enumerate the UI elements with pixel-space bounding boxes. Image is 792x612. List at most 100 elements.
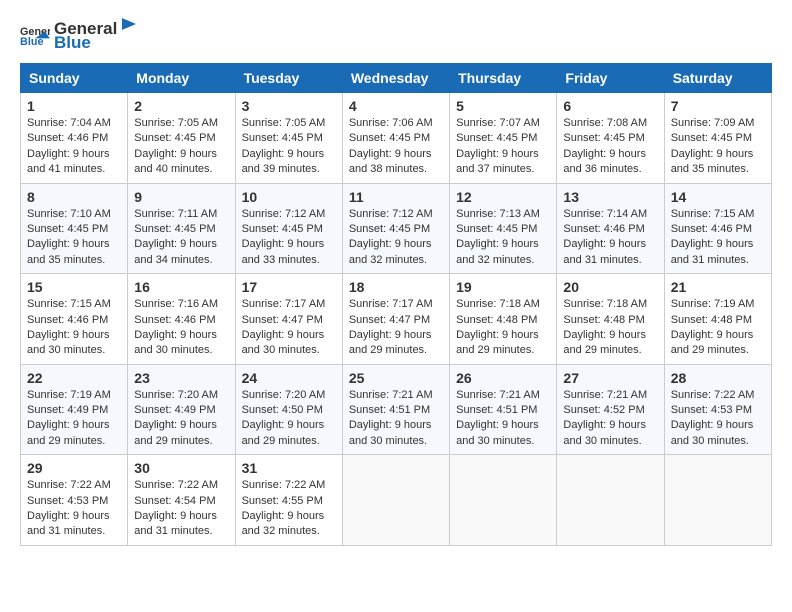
calendar-cell <box>342 455 449 546</box>
svg-text:Blue: Blue <box>20 36 43 47</box>
calendar-cell: 1 Sunrise: 7:04 AM Sunset: 4:46 PM Daylig… <box>21 93 128 184</box>
cell-info: Sunrise: 7:17 AM Sunset: 4:47 PM Dayligh… <box>349 297 443 359</box>
calendar-cell: 16 Sunrise: 7:16 AM Sunset: 4:46 PM Dayli… <box>128 274 235 365</box>
cell-info: Sunrise: 7:11 AM Sunset: 4:45 PM Dayligh… <box>134 207 228 269</box>
calendar-cell: 21Sunrise: 7:19 AM Sunset: 4:48 PM Dayli… <box>664 274 771 365</box>
cell-info: Sunrise: 7:15 AM Sunset: 4:46 PM Dayligh… <box>27 297 121 359</box>
logo-icon: General Blue <box>20 23 50 47</box>
cell-info: Sunrise: 7:05 AM Sunset: 4:45 PM Dayligh… <box>134 116 228 178</box>
header-wednesday: Wednesday <box>342 64 449 93</box>
cell-info: Sunrise: 7:22 AM Sunset: 4:54 PM Dayligh… <box>134 478 228 540</box>
day-number: 3 <box>242 98 336 114</box>
day-number: 12 <box>456 189 550 205</box>
logo-flag-icon <box>118 16 140 34</box>
header-saturday: Saturday <box>664 64 771 93</box>
calendar-cell: 9 Sunrise: 7:11 AM Sunset: 4:45 PM Daylig… <box>128 183 235 274</box>
calendar-cell: 25Sunrise: 7:21 AM Sunset: 4:51 PM Dayli… <box>342 364 449 455</box>
calendar-cell: 13 Sunrise: 7:14 AM Sunset: 4:46 PM Dayli… <box>557 183 664 274</box>
cell-info: Sunrise: 7:12 AM Sunset: 4:45 PM Dayligh… <box>349 207 443 269</box>
day-number: 10 <box>242 189 336 205</box>
day-number: 9 <box>134 189 228 205</box>
header-tuesday: Tuesday <box>235 64 342 93</box>
day-number: 5 <box>456 98 550 114</box>
cell-info: Sunrise: 7:19 AM Sunset: 4:49 PM Dayligh… <box>27 388 121 450</box>
calendar-cell: 17Sunrise: 7:17 AM Sunset: 4:47 PM Dayli… <box>235 274 342 365</box>
cell-info: Sunrise: 7:16 AM Sunset: 4:46 PM Dayligh… <box>134 297 228 359</box>
calendar-cell: 8 Sunrise: 7:10 AM Sunset: 4:45 PM Daylig… <box>21 183 128 274</box>
calendar-cell: 20 Sunrise: 7:18 AM Sunset: 4:48 PM Dayli… <box>557 274 664 365</box>
calendar-cell: 14 Sunrise: 7:15 AM Sunset: 4:46 PM Dayli… <box>664 183 771 274</box>
calendar-cell: 29Sunrise: 7:22 AM Sunset: 4:53 PM Dayli… <box>21 455 128 546</box>
day-number: 20 <box>563 279 657 295</box>
calendar-week-row: 29Sunrise: 7:22 AM Sunset: 4:53 PM Dayli… <box>21 455 772 546</box>
calendar-cell: 2 Sunrise: 7:05 AM Sunset: 4:45 PM Daylig… <box>128 93 235 184</box>
day-number: 11 <box>349 189 443 205</box>
cell-info: Sunrise: 7:05 AM Sunset: 4:45 PM Dayligh… <box>242 116 336 178</box>
calendar-cell: 7 Sunrise: 7:09 AM Sunset: 4:45 PM Daylig… <box>664 93 771 184</box>
day-number: 1 <box>27 98 121 114</box>
calendar-cell: 12 Sunrise: 7:13 AM Sunset: 4:45 PM Dayli… <box>450 183 557 274</box>
calendar-cell: 3 Sunrise: 7:05 AM Sunset: 4:45 PM Daylig… <box>235 93 342 184</box>
cell-info: Sunrise: 7:04 AM Sunset: 4:46 PM Dayligh… <box>27 116 121 178</box>
cell-info: Sunrise: 7:13 AM Sunset: 4:45 PM Dayligh… <box>456 207 550 269</box>
calendar-week-row: 8 Sunrise: 7:10 AM Sunset: 4:45 PM Daylig… <box>21 183 772 274</box>
day-number: 15 <box>27 279 121 295</box>
calendar-cell: 15 Sunrise: 7:15 AM Sunset: 4:46 PM Dayli… <box>21 274 128 365</box>
calendar-cell: 18 Sunrise: 7:17 AM Sunset: 4:47 PM Dayli… <box>342 274 449 365</box>
day-number: 16 <box>134 279 228 295</box>
cell-info: Sunrise: 7:09 AM Sunset: 4:45 PM Dayligh… <box>671 116 765 178</box>
day-number: 7 <box>671 98 765 114</box>
day-number: 6 <box>563 98 657 114</box>
day-number: 26 <box>456 370 550 386</box>
calendar-cell: 23 Sunrise: 7:20 AM Sunset: 4:49 PM Dayli… <box>128 364 235 455</box>
header-thursday: Thursday <box>450 64 557 93</box>
day-number: 18 <box>349 279 443 295</box>
cell-info: Sunrise: 7:20 AM Sunset: 4:50 PM Dayligh… <box>242 388 336 450</box>
calendar-cell: 31 Sunrise: 7:22 AM Sunset: 4:55 PM Dayli… <box>235 455 342 546</box>
cell-info: Sunrise: 7:21 AM Sunset: 4:51 PM Dayligh… <box>456 388 550 450</box>
day-number: 27 <box>563 370 657 386</box>
header-sunday: Sunday <box>21 64 128 93</box>
logo: General Blue General Blue <box>20 16 141 53</box>
cell-info: Sunrise: 7:22 AM Sunset: 4:55 PM Dayligh… <box>242 478 336 540</box>
cell-info: Sunrise: 7:12 AM Sunset: 4:45 PM Dayligh… <box>242 207 336 269</box>
day-number: 25 <box>349 370 443 386</box>
day-number: 31 <box>242 460 336 476</box>
day-number: 23 <box>134 370 228 386</box>
header: General Blue General Blue <box>20 16 772 53</box>
cell-info: Sunrise: 7:18 AM Sunset: 4:48 PM Dayligh… <box>456 297 550 359</box>
calendar-week-row: 1 Sunrise: 7:04 AM Sunset: 4:46 PM Daylig… <box>21 93 772 184</box>
day-number: 2 <box>134 98 228 114</box>
day-number: 14 <box>671 189 765 205</box>
calendar-cell: 27 Sunrise: 7:21 AM Sunset: 4:52 PM Dayli… <box>557 364 664 455</box>
day-number: 22 <box>27 370 121 386</box>
calendar-cell: 5 Sunrise: 7:07 AM Sunset: 4:45 PM Daylig… <box>450 93 557 184</box>
calendar-cell: 26 Sunrise: 7:21 AM Sunset: 4:51 PM Dayli… <box>450 364 557 455</box>
cell-info: Sunrise: 7:10 AM Sunset: 4:45 PM Dayligh… <box>27 207 121 269</box>
cell-info: Sunrise: 7:21 AM Sunset: 4:52 PM Dayligh… <box>563 388 657 450</box>
calendar-cell <box>557 455 664 546</box>
cell-info: Sunrise: 7:15 AM Sunset: 4:46 PM Dayligh… <box>671 207 765 269</box>
day-number: 4 <box>349 98 443 114</box>
cell-info: Sunrise: 7:14 AM Sunset: 4:46 PM Dayligh… <box>563 207 657 269</box>
calendar-table: SundayMondayTuesdayWednesdayThursdayFrid… <box>20 63 772 546</box>
day-number: 13 <box>563 189 657 205</box>
header-monday: Monday <box>128 64 235 93</box>
calendar-header-row: SundayMondayTuesdayWednesdayThursdayFrid… <box>21 64 772 93</box>
cell-info: Sunrise: 7:22 AM Sunset: 4:53 PM Dayligh… <box>27 478 121 540</box>
cell-info: Sunrise: 7:20 AM Sunset: 4:49 PM Dayligh… <box>134 388 228 450</box>
cell-info: Sunrise: 7:06 AM Sunset: 4:45 PM Dayligh… <box>349 116 443 178</box>
calendar-cell: 24Sunrise: 7:20 AM Sunset: 4:50 PM Dayli… <box>235 364 342 455</box>
cell-info: Sunrise: 7:07 AM Sunset: 4:45 PM Dayligh… <box>456 116 550 178</box>
calendar-cell: 22 Sunrise: 7:19 AM Sunset: 4:49 PM Dayli… <box>21 364 128 455</box>
cell-info: Sunrise: 7:17 AM Sunset: 4:47 PM Dayligh… <box>242 297 336 359</box>
calendar-cell: 28Sunrise: 7:22 AM Sunset: 4:53 PM Dayli… <box>664 364 771 455</box>
cell-info: Sunrise: 7:18 AM Sunset: 4:48 PM Dayligh… <box>563 297 657 359</box>
calendar-cell: 19Sunrise: 7:18 AM Sunset: 4:48 PM Dayli… <box>450 274 557 365</box>
day-number: 28 <box>671 370 765 386</box>
calendar-cell <box>664 455 771 546</box>
day-number: 8 <box>27 189 121 205</box>
calendar-cell: 6Sunrise: 7:08 AM Sunset: 4:45 PM Daylig… <box>557 93 664 184</box>
day-number: 30 <box>134 460 228 476</box>
calendar-week-row: 15 Sunrise: 7:15 AM Sunset: 4:46 PM Dayli… <box>21 274 772 365</box>
